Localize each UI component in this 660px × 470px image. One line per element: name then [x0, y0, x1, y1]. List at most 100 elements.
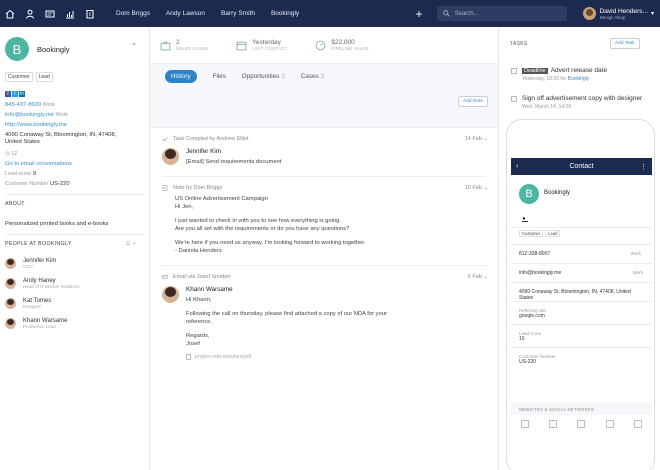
user-menu[interactable]: David Henders... Design Shop ▾ [582, 7, 654, 20]
person-avatar [5, 258, 16, 269]
clock-icon: ◷ [5, 151, 10, 157]
building-icon[interactable] [633, 420, 642, 428]
facebook-icon[interactable]: f [5, 91, 11, 97]
company-name: Bookingly [37, 44, 70, 54]
person-icon[interactable] [20, 0, 40, 27]
briefcase-icon[interactable] [607, 216, 613, 222]
address-line1: 4090 Conaway St, Bloomington, IN, 47408, [5, 132, 117, 138]
tasks-title: TASKS [510, 41, 528, 47]
back-icon[interactable]: ‹ [516, 163, 518, 170]
person-role: Head of Customer Relations [23, 284, 80, 289]
person-row[interactable]: Kat Tomes Designer [5, 298, 144, 309]
tab-opportunities[interactable]: Opportunities 2 [242, 73, 285, 80]
tag-customer[interactable]: Customer [5, 72, 33, 82]
task-for: for [560, 76, 567, 82]
feed-name: Jennifer Kim [186, 148, 221, 155]
phone-email[interactable]: info@bookingly.me [519, 270, 561, 276]
phone-section-websites[interactable]: WEBSITES & SOCIAL NETWORKS [511, 403, 652, 415]
customer-number-label: Customer Number [5, 181, 49, 187]
person-role: CEO [23, 264, 33, 269]
list-add-icon[interactable]: ☰ + [126, 241, 136, 247]
chevron-down-icon: ▾ [650, 11, 654, 17]
more-vertical-icon[interactable]: ⋮ [640, 163, 647, 171]
phone-tag-customer[interactable]: Customer [519, 230, 544, 237]
person-avatar [5, 318, 16, 329]
about-title: ABOUT [5, 201, 25, 207]
person-icon[interactable] [549, 420, 558, 428]
company-phone[interactable]: 845-437-8600 [5, 102, 41, 108]
task-item: Deadline Advert release date Yesterday, 1… [511, 67, 607, 82]
home-icon[interactable] [0, 0, 20, 27]
nav-tab-andy-lawson[interactable]: Andy Lawson [166, 10, 205, 17]
task-time: Yesterday, 18:20 [522, 76, 559, 82]
add-note-button[interactable]: Add Note [457, 96, 488, 107]
feed-date[interactable]: 6 Feb ⌄ [468, 274, 488, 280]
home-icon[interactable] [521, 420, 530, 428]
box-icon[interactable] [635, 216, 641, 222]
twitter-icon[interactable]: t [12, 91, 18, 97]
contacts-card-icon[interactable] [40, 0, 60, 27]
task-company-link[interactable]: Bookingly [568, 76, 590, 82]
phone-header-title: Contact [569, 163, 594, 170]
tab-history[interactable]: History [165, 69, 197, 83]
bar-chart-icon[interactable] [605, 420, 614, 428]
person-row[interactable]: Jennifer Kim CEO [5, 258, 144, 269]
task-checkbox[interactable] [511, 96, 517, 102]
chevron-down-icon[interactable]: ⌄ [131, 39, 137, 47]
email-type: Work [55, 112, 68, 118]
feed-line: Hi Jen, [175, 204, 194, 210]
file-icon [186, 354, 191, 360]
calendar-icon [236, 41, 247, 50]
email-conversations-link[interactable]: Go to email conversations [5, 161, 72, 167]
add-task-button[interactable]: Add Task [610, 38, 640, 49]
feed-date[interactable]: 10 Feb ⌄ [465, 185, 488, 191]
contacts-card-icon[interactable] [577, 420, 586, 428]
task-time: Wed, March 14, 14:00 [522, 104, 572, 110]
feed-line: US Online Advertisement Campaign [175, 196, 268, 202]
tab-label: Opportunities [241, 72, 280, 80]
document-icon[interactable] [550, 216, 556, 222]
tab-label: History [171, 72, 191, 80]
feed-line: We're here if you need us anyway. I'm lo… [175, 240, 366, 246]
company-email[interactable]: info@bookingly.me [5, 112, 54, 118]
feed-line: Are you all set with the requirements or… [175, 226, 350, 232]
nav-tab-dom-briggs[interactable]: Dom Briggs [116, 10, 150, 17]
tab-cases[interactable]: Cases 2 [301, 73, 324, 80]
stat-label: SALES CASES [176, 46, 209, 51]
about-text: Personalized printed books and e-books [5, 221, 109, 227]
tab-files[interactable]: Files [213, 73, 226, 80]
linkedin-icon[interactable]: in [19, 91, 25, 97]
company-logo: B [5, 37, 29, 61]
stat-value: Yesterday [252, 39, 281, 46]
gauge-icon [315, 40, 326, 50]
lead-score-label: Lead score [5, 171, 32, 177]
nav-tab-barry-smith[interactable]: Barry Smith [221, 10, 255, 17]
attachment[interactable]: project-nda-standard.pdf [186, 354, 387, 360]
feed-avatar [162, 148, 179, 165]
building-icon[interactable] [80, 0, 100, 27]
bar-chart-icon[interactable] [60, 0, 80, 27]
people-title: PEOPLE AT BOOKINGLY [5, 241, 72, 247]
search-input[interactable]: Search... [436, 6, 567, 21]
phone-tag-lead[interactable]: Lead [545, 230, 561, 237]
task-title: Sign off advertisement copy with designe… [522, 95, 643, 102]
feed-avatar [162, 286, 179, 303]
phone-lead: 10 [519, 336, 525, 342]
person-role: Designer [23, 304, 42, 309]
phone-phone[interactable]: 812-338-8007 [519, 251, 550, 257]
phone-header: ‹ Contact ⋮ [511, 158, 652, 175]
person-row[interactable]: Khann Warsame Production Lead [5, 318, 144, 329]
person-icon[interactable]: ● [522, 216, 529, 222]
task-checkbox[interactable] [511, 68, 517, 74]
nav-tab-bookingly[interactable]: Bookingly [271, 10, 299, 17]
checkmark-icon[interactable] [578, 216, 584, 222]
phone-company-logo: B [519, 184, 539, 204]
feed-date[interactable]: 14 Feb ⌄ [465, 136, 488, 142]
person-row[interactable]: Andy Haney Head of Customer Relations [5, 278, 144, 289]
stat-sales-cases: 2 SALES CASES [160, 39, 208, 51]
company-website[interactable]: http://www.bookingly.me [5, 122, 67, 128]
tag-lead[interactable]: Lead [35, 72, 53, 82]
person-avatar [5, 278, 16, 289]
plus-icon[interactable]: + [416, 7, 423, 21]
phone-referring[interactable]: google.com [519, 313, 546, 319]
